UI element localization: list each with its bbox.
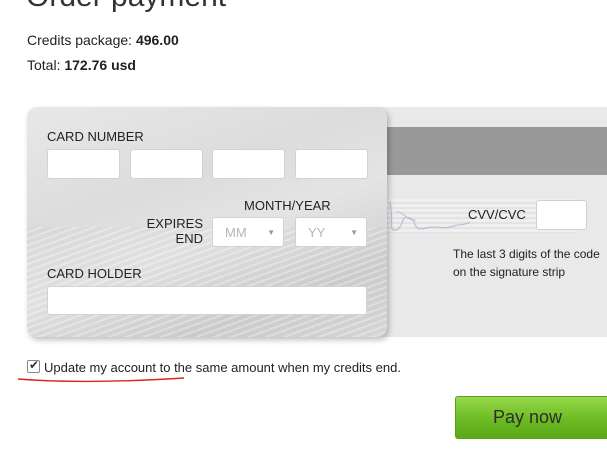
month-year-label: MONTH/YEAR — [244, 198, 331, 213]
card-holder-input[interactable] — [47, 286, 367, 315]
expiry-year-select[interactable]: YY ▼ — [295, 217, 367, 247]
card-front: CARD NUMBER MONTH/YEAR EXPIRES END MM ▼ … — [27, 107, 387, 337]
annotation-underline — [17, 377, 185, 383]
credits-package-line: Credits package: 496.00 — [27, 32, 179, 48]
month-placeholder: MM — [225, 225, 247, 240]
chevron-down-icon: ▼ — [267, 228, 275, 237]
card-number-input-1[interactable] — [47, 149, 120, 179]
expiry-month-select[interactable]: MM ▼ — [212, 217, 284, 247]
credits-package-value: 496.00 — [135, 32, 179, 48]
card-holder-label: CARD HOLDER — [47, 266, 142, 281]
total-label: Total: — [27, 57, 65, 73]
card-number-label: CARD NUMBER — [47, 129, 144, 144]
card-back: CVV/CVC The last 3 digits of the code on… — [360, 107, 607, 337]
year-placeholder: YY — [308, 225, 326, 240]
page-title: Order payment — [26, 0, 226, 14]
pay-now-button[interactable]: Pay now — [455, 396, 607, 439]
card-number-input-2[interactable] — [130, 149, 203, 179]
chevron-down-icon: ▼ — [350, 228, 358, 237]
cvv-label: CVV/CVC — [468, 207, 526, 222]
cvv-hint: The last 3 digits of the code on the sig… — [453, 247, 600, 279]
card-number-input-3[interactable] — [212, 149, 285, 179]
expires-end-label: EXPIRES END — [146, 216, 203, 246]
credits-package-label: Credits package: — [27, 32, 136, 48]
card-number-input-4[interactable] — [295, 149, 368, 179]
total-value: 172.76 usd — [64, 57, 136, 73]
signature-scribble — [389, 201, 471, 231]
checkmark-icon: ✔ — [29, 358, 40, 372]
cvv-input[interactable] — [536, 200, 587, 230]
total-line: Total: 172.76 usd — [27, 57, 136, 73]
magnetic-strip — [360, 127, 607, 175]
